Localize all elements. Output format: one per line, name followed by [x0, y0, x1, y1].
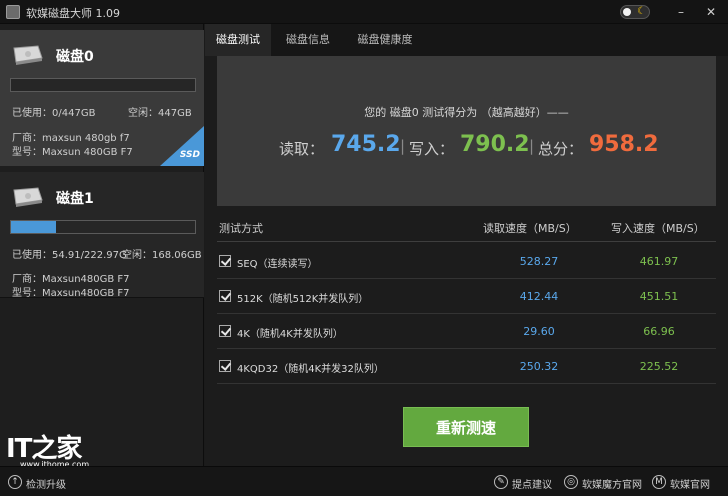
test-method-label: 4K（随机4K并发队列）	[237, 329, 343, 340]
disk-item-0[interactable]: 磁盘0 已使用：0/447GB 空闲：447GB 厂商：maxsun 480gb…	[0, 30, 204, 166]
test-method-label: SEQ（连续读写）	[237, 259, 318, 270]
ssd-badge: SSD	[179, 150, 200, 160]
hard-disk-icon	[13, 187, 43, 207]
check-update-link[interactable]: 检测升级	[26, 476, 66, 491]
test-checkbox[interactable]	[219, 360, 231, 372]
column-header-write: 写入速度（MB/S）	[611, 222, 705, 235]
test-checkbox[interactable]	[219, 290, 231, 302]
tab-bar: 磁盘测试 磁盘信息 磁盘健康度	[205, 24, 728, 56]
hard-disk-icon	[13, 45, 43, 65]
read-speed: 29.60	[523, 325, 555, 338]
status-bar: ↑ 检测升级 ✎ 提点建议 ◎ 软媒魔方官网 M 软媒官网	[0, 466, 728, 496]
total-score-value: 958.2	[589, 132, 659, 157]
tab-disk-info[interactable]: 磁盘信息	[275, 24, 341, 56]
toggle-knob	[623, 8, 631, 16]
table-row: 4KQD32（随机4K并发32队列） 250.32 225.52	[217, 349, 716, 384]
lightbulb-icon: ✎	[494, 475, 508, 489]
disk-usage-fill	[11, 221, 57, 233]
read-speed: 412.44	[519, 290, 559, 303]
ithome-watermark: IT之家 www.ithome.com	[6, 428, 116, 469]
write-speed: 451.51	[639, 290, 679, 303]
retest-button[interactable]: 重新测速	[403, 407, 529, 447]
official-site-link[interactable]: 软媒官网	[670, 476, 710, 491]
close-button[interactable]: ✕	[702, 3, 720, 21]
main-panel: 磁盘测试 磁盘信息 磁盘健康度 您的 磁盘0 测试得分为 （越高越好）—— 读取…	[205, 24, 728, 466]
table-row: 4K（随机4K并发队列） 29.60 66.96	[217, 314, 716, 349]
tab-disk-test[interactable]: 磁盘测试	[205, 24, 271, 56]
disk-vendor: 厂商：Maxsun480GB F7	[12, 274, 130, 285]
disk-free: 空闲：447GB	[128, 108, 192, 119]
globe-icon: ◎	[564, 475, 578, 489]
title-bar: 软媒磁盘大师 1.09 ☾ – ✕	[0, 0, 728, 24]
moon-icon: ☾	[637, 6, 646, 17]
score-separator: |	[529, 137, 535, 155]
write-speed: 461.97	[639, 255, 679, 268]
theme-toggle[interactable]: ☾	[620, 5, 650, 19]
test-checkbox[interactable]	[219, 325, 231, 337]
total-score-label: 总分：	[538, 140, 584, 158]
score-row: 读取： 745.2 | 写入： 790.2 | 总分： 958.2	[217, 128, 716, 164]
disk-sidebar: 磁盘0 已使用：0/447GB 空闲：447GB 厂商：maxsun 480gb…	[0, 24, 204, 466]
test-checkbox[interactable]	[219, 255, 231, 267]
suggestion-link[interactable]: 提点建议	[512, 476, 552, 491]
table-row: SEQ（连续读写） 528.27 461.97	[217, 244, 716, 279]
disk-free: 空闲：168.06GB	[122, 250, 202, 261]
disk-usage-bar	[10, 220, 196, 234]
minimize-button[interactable]: –	[672, 3, 690, 21]
write-score-value: 790.2	[460, 132, 530, 157]
score-separator: |	[400, 137, 406, 155]
window-title: 软媒磁盘大师 1.09	[26, 7, 120, 20]
write-score-label: 写入：	[409, 140, 455, 158]
table-row: 512K（随机512K并发队列） 412.44 451.51	[217, 279, 716, 314]
read-score-label: 读取：	[279, 140, 325, 158]
disk-used: 已使用：0/447GB	[12, 108, 96, 119]
disk-usage-bar	[10, 78, 196, 92]
disk-name: 磁盘0	[56, 49, 94, 65]
column-header-method: 测试方式	[219, 222, 263, 235]
tab-disk-health[interactable]: 磁盘健康度	[345, 24, 425, 56]
ssd-badge-corner	[160, 126, 204, 166]
disk-model: 型号：Maxsun 480GB F7	[12, 147, 133, 158]
test-method-label: 4KQD32（随机4K并发32队列）	[237, 364, 384, 375]
read-speed: 528.27	[519, 255, 559, 268]
disk-used: 已使用：54.91/222.97G	[12, 250, 127, 261]
disk-name: 磁盘1	[56, 191, 94, 207]
read-speed: 250.32	[519, 360, 559, 373]
app-icon	[6, 5, 20, 19]
column-header-read: 读取速度（MB/S）	[483, 222, 577, 235]
score-caption: 您的 磁盘0 测试得分为 （越高越好）——	[364, 106, 569, 119]
write-speed: 66.96	[643, 325, 675, 338]
ruanmei-logo-icon: M	[652, 475, 666, 489]
upload-arrow-icon: ↑	[8, 475, 22, 489]
disk-model: 型号：Maxsun480GB F7	[12, 288, 130, 298]
test-method-label: 512K（随机512K并发队列）	[237, 294, 369, 305]
mofang-site-link[interactable]: 软媒魔方官网	[582, 476, 642, 491]
write-speed: 225.52	[639, 360, 679, 373]
disk-vendor: 厂商：maxsun 480gb f7	[12, 133, 130, 144]
score-panel: 您的 磁盘0 测试得分为 （越高越好）—— 读取： 745.2 | 写入： 79…	[217, 56, 716, 206]
read-score-value: 745.2	[331, 132, 401, 157]
disk-item-1[interactable]: 磁盘1 已使用：54.91/222.97G 空闲：168.06GB 厂商：Max…	[0, 172, 204, 298]
results-table-header: 测试方式 读取速度（MB/S） 写入速度（MB/S）	[217, 212, 716, 242]
